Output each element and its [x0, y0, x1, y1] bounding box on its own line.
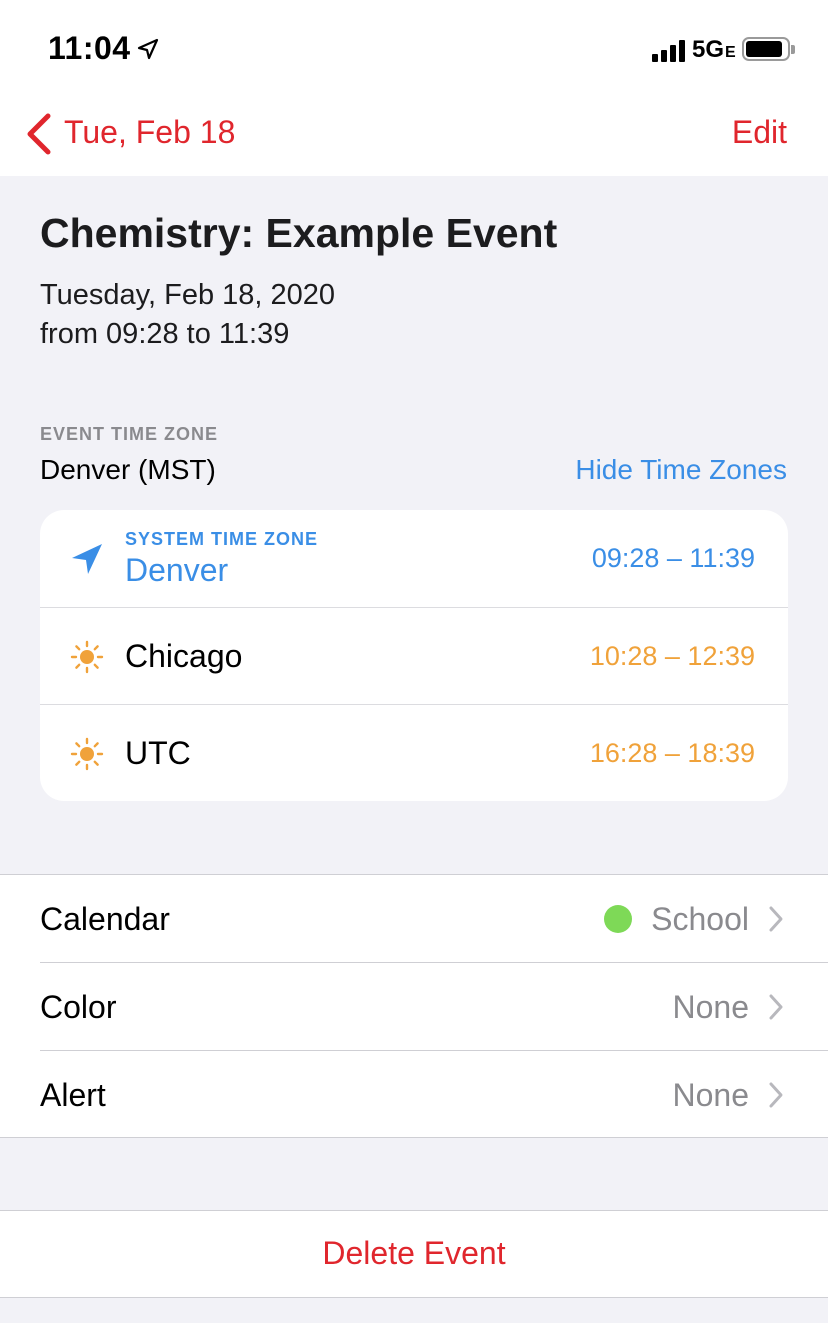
status-time: 11:04 — [48, 30, 131, 66]
back-button[interactable]: Tue, Feb 18 — [64, 114, 235, 151]
settings-group: Calendar School Color None Alert None — [0, 874, 828, 1138]
event-time-zone-header: EVENT TIME ZONE — [40, 424, 219, 444]
event-time-line: from 09:28 to 11:39 — [40, 318, 290, 350]
time-zone-city: UTC — [125, 735, 191, 771]
time-zone-card: SYSTEM TIME ZONE Denver 09:28 – 11:39 Ch… — [40, 510, 788, 801]
time-zone-range: 16:28 – 18:39 — [589, 738, 755, 768]
calendar-row[interactable]: Calendar School — [0, 875, 828, 963]
event-title: Chemistry: Example Event — [40, 210, 558, 256]
event-time-zone-value: Denver (MST) — [40, 454, 216, 485]
time-zone-row: Chicago 10:28 – 12:39 — [40, 607, 788, 704]
alert-value: None — [672, 1077, 750, 1113]
color-label: Color — [40, 989, 117, 1025]
status-bar: 11:04 5GE — [0, 0, 828, 96]
calendar-color-dot — [604, 905, 632, 933]
alert-label: Alert — [40, 1077, 106, 1113]
location-arrow-icon — [70, 542, 104, 581]
time-zone-range: 09:28 – 11:39 — [591, 543, 755, 573]
delete-group: Delete Event — [0, 1210, 828, 1298]
sun-icon — [70, 737, 104, 776]
event-date: Tuesday, Feb 18, 2020 from 09:28 to 11:3… — [40, 276, 335, 354]
alert-row[interactable]: Alert None — [0, 1051, 828, 1139]
calendar-value: School — [651, 901, 749, 937]
system-time-zone-label: SYSTEM TIME ZONE — [125, 529, 319, 549]
time-zone-range: 10:28 – 12:39 — [589, 641, 755, 671]
back-chevron-icon[interactable] — [24, 112, 54, 161]
sun-icon — [70, 640, 104, 679]
delete-event-button[interactable]: Delete Event — [0, 1235, 828, 1272]
navigation-bar: Tue, Feb 18 Edit — [0, 96, 828, 176]
chevron-right-icon — [768, 993, 784, 1026]
color-value: None — [672, 989, 750, 1025]
calendar-label: Calendar — [40, 901, 170, 937]
event-date-line: Tuesday, Feb 18, 2020 — [40, 279, 336, 311]
battery-icon — [742, 37, 790, 61]
chevron-right-icon — [768, 1081, 784, 1114]
network-label: 5GE — [692, 36, 736, 63]
time-zone-row-system: SYSTEM TIME ZONE Denver 09:28 – 11:39 — [40, 510, 788, 607]
signal-bars-icon — [652, 38, 692, 62]
time-zone-city: Chicago — [125, 638, 243, 674]
hide-time-zones-button[interactable]: Hide Time Zones — [575, 454, 787, 486]
time-zone-row: UTC 16:28 – 18:39 — [40, 704, 788, 801]
location-arrow-icon — [137, 38, 159, 65]
battery-nub — [791, 45, 795, 54]
edit-button[interactable]: Edit — [732, 114, 787, 151]
time-zone-city: Denver — [125, 552, 229, 588]
chevron-right-icon — [768, 905, 784, 938]
color-row[interactable]: Color None — [0, 963, 828, 1051]
